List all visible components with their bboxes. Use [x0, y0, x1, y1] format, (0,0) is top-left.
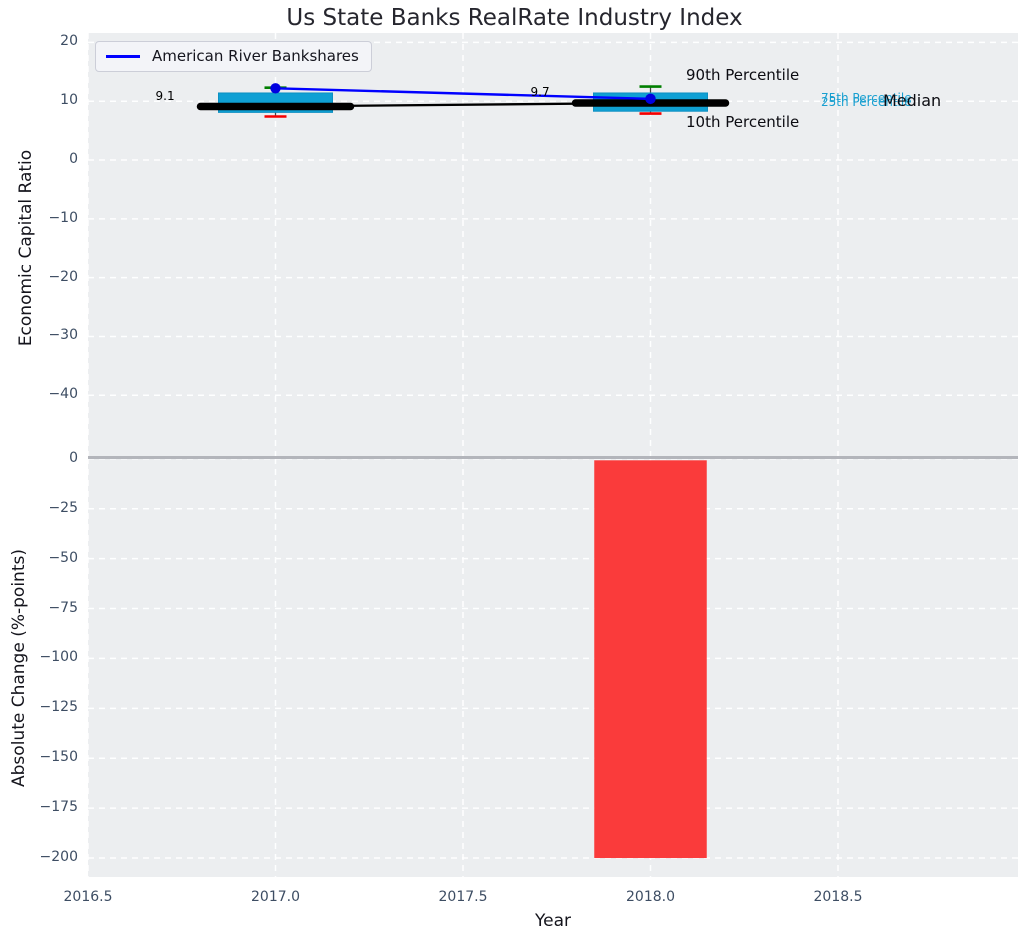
top-y-tick-label: −30 [8, 327, 78, 343]
x-axis-label: Year [88, 911, 1018, 931]
bottom-y-tick-label: −75 [8, 600, 78, 616]
annotation-median: Median [883, 91, 941, 110]
top-y-tick-label: 10 [8, 92, 78, 108]
x-tick-label: 2017.5 [418, 889, 508, 905]
x-tick-label: 2018.5 [793, 889, 883, 905]
bottom-y-tick-label: −50 [8, 550, 78, 566]
figure: Us State Banks RealRate Industry Index A… [0, 0, 1029, 942]
bottom-y-tick-label: 0 [8, 450, 78, 466]
bottom-y-tick-label: −200 [8, 849, 78, 865]
top-y-tick-label: 0 [8, 151, 78, 167]
bottom-y-tick-label: −25 [8, 500, 78, 516]
median-value-label: 9.1 [156, 89, 175, 103]
bottom-plot-canvas [88, 458, 1018, 877]
bottom-y-tick-label: −125 [8, 699, 78, 715]
company-point [645, 94, 655, 104]
bottom-y-tick-label: −175 [8, 799, 78, 815]
annotation-90th-percentile: 90th Percentile [686, 66, 799, 84]
x-tick-label: 2016.5 [43, 889, 133, 905]
top-y-axis-label: Economic Capital Ratio [16, 150, 36, 346]
bottom-axes [88, 458, 1018, 877]
median-value-label: 9.7 [531, 85, 550, 99]
legend: American River Bankshares [95, 41, 372, 72]
legend-line-sample [106, 55, 140, 58]
chart-title: Us State Banks RealRate Industry Index [0, 5, 1029, 31]
bottom-y-tick-label: −100 [8, 649, 78, 665]
zero-axhline [88, 456, 1018, 459]
legend-label: American River Bankshares [152, 47, 359, 65]
top-y-tick-label: −20 [8, 269, 78, 285]
top-y-tick-label: −10 [8, 210, 78, 226]
annotation-10th-percentile: 10th Percentile [686, 113, 799, 131]
top-axes: American River Bankshares 90th Percentil… [88, 33, 1018, 457]
top-y-tick-label: −40 [8, 386, 78, 402]
x-tick-label: 2017.0 [231, 889, 321, 905]
change-bar [594, 460, 707, 858]
company-point [270, 83, 280, 93]
x-tick-label: 2018.0 [606, 889, 696, 905]
top-y-tick-label: 20 [8, 33, 78, 49]
bottom-y-tick-label: −150 [8, 749, 78, 765]
